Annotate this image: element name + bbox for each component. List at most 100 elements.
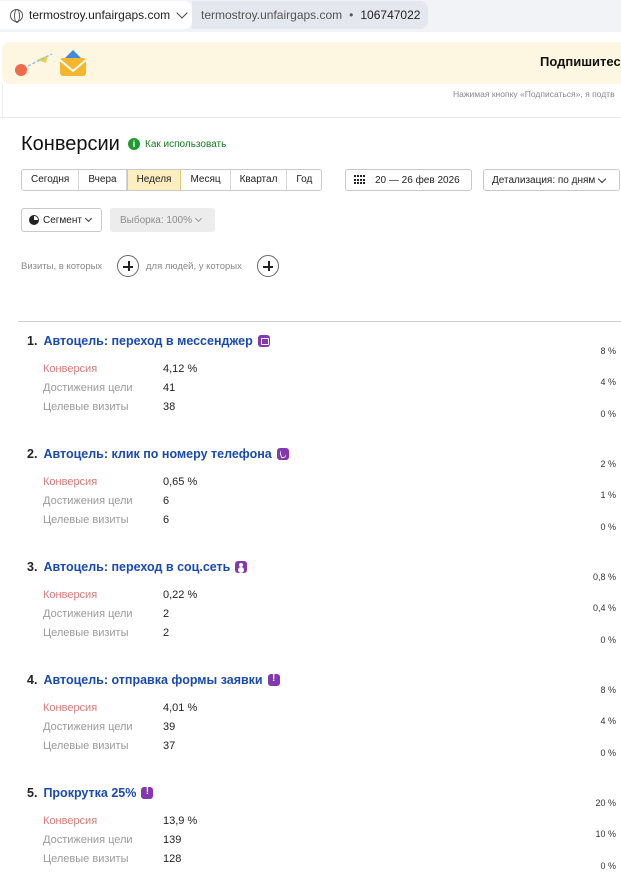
detail-label: Детализация: по дням xyxy=(492,174,596,186)
axis-tick-label: 10 % xyxy=(595,829,616,839)
goal-number: 5. xyxy=(27,786,38,800)
goal-link[interactable]: Автоцель: переход в мессенджер xyxy=(43,334,252,348)
conversion-value: 4,12 % xyxy=(163,363,198,375)
goal-metric-row: Целевые визиты 128 xyxy=(43,853,181,865)
goal-link[interactable]: Автоцель: переход в соц.сеть xyxy=(43,560,230,574)
top-bar: termostroy.unfairgaps.com termostroy.unf… xyxy=(0,0,621,32)
reaches-label: Достижения цели xyxy=(43,721,133,733)
globe-icon xyxy=(10,8,23,23)
subscribe-banner: Подпишитесь xyxy=(2,42,621,84)
goal-metric-row: Достижения цели 41 xyxy=(43,382,175,394)
period-year[interactable]: Год xyxy=(287,170,322,190)
goal-metric-row: Достижения цели 139 xyxy=(43,834,181,846)
visits-label: Целевые визиты xyxy=(43,853,129,865)
how-to-use-label: Как использовать xyxy=(145,138,227,150)
counter-separator: • xyxy=(349,8,354,22)
phone-icon xyxy=(276,448,289,460)
people-filter-label: для людей, у которых xyxy=(146,261,242,272)
divider xyxy=(0,117,621,118)
counter-site: termostroy.unfairgaps.com xyxy=(201,8,343,22)
visits-value: 6 xyxy=(163,514,170,526)
goal-metric-row: Конверсия 4,12 % xyxy=(43,363,197,375)
sample-selector[interactable]: Выборка: 100% xyxy=(110,208,215,232)
axis-tick-label: 0 % xyxy=(600,861,616,871)
visits-label: Целевые визиты xyxy=(43,740,129,752)
divider xyxy=(18,321,621,322)
segment-button[interactable]: Сегмент xyxy=(21,208,102,232)
calendar-icon xyxy=(354,175,366,185)
goal-number: 3. xyxy=(27,560,38,574)
chevron-down-icon xyxy=(598,174,607,183)
goal-title: 1. Автоцель: переход в мессенджер xyxy=(27,334,270,348)
axis-tick-label: 2 % xyxy=(600,459,616,469)
add-people-filter-button[interactable] xyxy=(257,255,279,277)
axis-tick-label: 0,4 % xyxy=(592,603,616,613)
goal-item: 3. Автоцель: переход в соц.сеть Конверси… xyxy=(0,560,621,670)
reaches-value: 2 xyxy=(163,608,170,620)
visits-value: 37 xyxy=(163,740,176,752)
detail-selector[interactable]: Детализация: по дням xyxy=(483,169,620,191)
goal-metric-row: Конверсия 0,65 % xyxy=(43,476,197,488)
goal-metric-row: Достижения цели 39 xyxy=(43,721,175,733)
goal-number: 4. xyxy=(27,673,38,687)
goal-item: 2. Автоцель: клик по номеру телефона Кон… xyxy=(0,447,621,557)
visits-label: Целевые визиты xyxy=(43,514,129,526)
goal-item: 1. Автоцель: переход в мессенджер Конвер… xyxy=(0,334,621,444)
info-icon: i xyxy=(128,138,140,150)
pie-chart-icon xyxy=(29,215,39,225)
divider xyxy=(2,84,3,118)
period-quarter[interactable]: Квартал xyxy=(230,170,288,190)
reaches-value: 39 xyxy=(163,721,176,733)
date-range-picker[interactable]: 20 — 26 фев 2026 xyxy=(345,169,472,191)
warning-icon xyxy=(141,786,154,799)
visits-value: 38 xyxy=(163,401,176,413)
conversion-value: 13,9 % xyxy=(163,815,198,827)
period-week[interactable]: Неделя xyxy=(126,170,182,190)
conversion-label: Конверсия xyxy=(43,702,98,714)
reaches-label: Достижения цели xyxy=(43,382,133,394)
period-month[interactable]: Месяц xyxy=(181,170,231,190)
conversion-label: Конверсия xyxy=(43,815,98,827)
visits-label: Целевые визиты xyxy=(43,627,129,639)
chevron-down-icon xyxy=(194,214,203,223)
counter-id: 106747022 xyxy=(360,8,421,22)
counter-selector[interactable]: termostroy.unfairgaps.com • 106747022 xyxy=(192,1,428,29)
goal-title: 3. Автоцель: переход в соц.сеть xyxy=(27,560,248,574)
reaches-label: Достижения цели xyxy=(43,834,133,846)
conversion-label: Конверсия xyxy=(43,476,98,488)
banner-note: Нажимая кнопку «Подписаться», я подтв xyxy=(453,89,615,99)
axis-tick-label: 20 % xyxy=(595,798,616,808)
add-visit-filter-button[interactable] xyxy=(117,255,139,277)
how-to-use-link[interactable]: i Как использовать xyxy=(128,138,226,150)
goal-metric-row: Целевые визиты 37 xyxy=(43,740,175,752)
goal-metric-row: Достижения цели 2 xyxy=(43,608,169,620)
visits-filter-label: Визиты, в которых xyxy=(21,261,103,272)
period-yesterday[interactable]: Вчера xyxy=(79,170,127,190)
period-selector: Сегодня Вчера Неделя Месяц Квартал Год xyxy=(21,169,323,191)
warning-icon xyxy=(267,673,280,686)
message-icon xyxy=(257,335,270,347)
goal-metric-row: Конверсия 0,22 % xyxy=(43,589,197,601)
period-today[interactable]: Сегодня xyxy=(22,170,80,190)
axis-tick-label: 1 % xyxy=(600,490,616,500)
reaches-value: 41 xyxy=(163,382,176,394)
goal-number: 2. xyxy=(27,447,38,461)
goal-metric-row: Конверсия 4,01 % xyxy=(43,702,197,714)
visits-value: 2 xyxy=(163,627,170,639)
axis-tick-label: 4 % xyxy=(600,377,616,387)
goal-metric-row: Целевые визиты 2 xyxy=(43,627,169,639)
goal-link[interactable]: Автоцель: клик по номеру телефона xyxy=(43,447,271,461)
goal-number: 1. xyxy=(27,334,38,348)
goal-link[interactable]: Автоцель: отправка формы заявки xyxy=(43,673,262,687)
goal-title: 4. Автоцель: отправка формы заявки xyxy=(27,673,280,687)
reaches-label: Достижения цели xyxy=(43,608,133,620)
sample-label: Выборка: 100% xyxy=(120,214,192,226)
goal-link[interactable]: Прокрутка 25% xyxy=(43,786,136,800)
goal-item: 4. Автоцель: отправка формы заявки Конве… xyxy=(0,673,621,783)
axis-tick-label: 0 % xyxy=(600,748,616,758)
reaches-value: 6 xyxy=(163,495,170,507)
axis-tick-label: 0 % xyxy=(600,522,616,532)
site-selector[interactable]: termostroy.unfairgaps.com xyxy=(0,1,192,29)
visits-label: Целевые визиты xyxy=(43,401,129,413)
goal-title: 5. Прокрутка 25% xyxy=(27,786,154,800)
